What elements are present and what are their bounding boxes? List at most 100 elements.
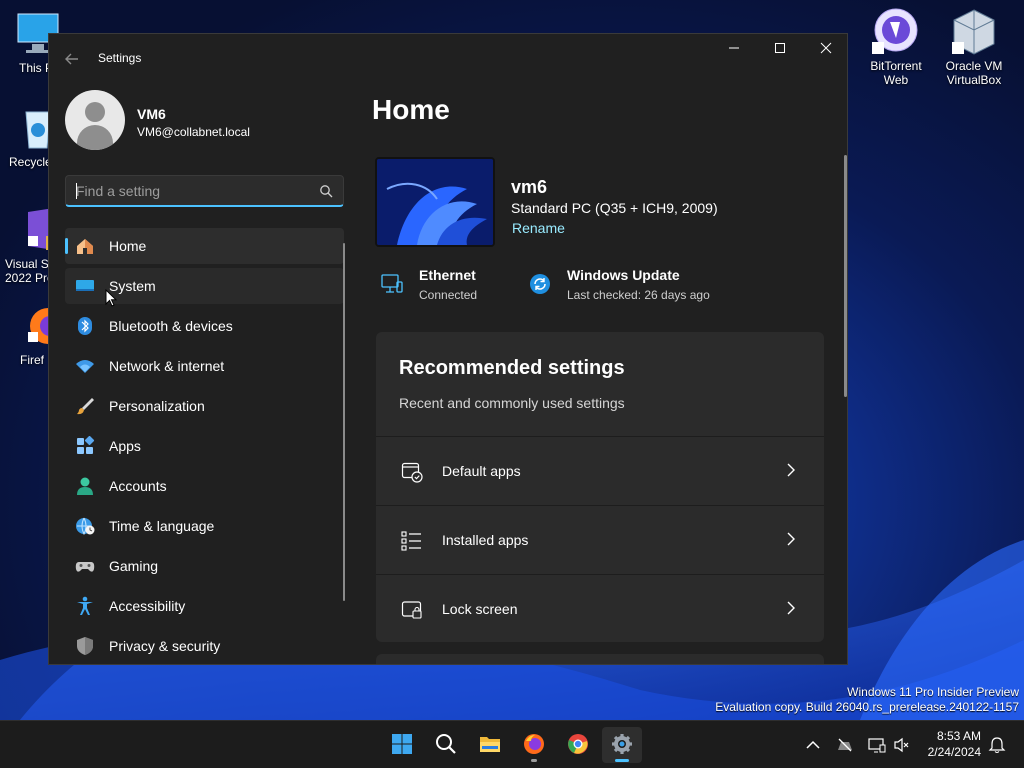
recommended-subtitle: Recent and commonly used settings bbox=[399, 395, 625, 411]
windows-update-status-text: Last checked: 26 days ago bbox=[567, 288, 710, 302]
window-title: Settings bbox=[98, 51, 142, 65]
page-title: Home bbox=[372, 94, 450, 125]
installed-apps-icon bbox=[401, 531, 421, 551]
gamepad-icon bbox=[75, 562, 95, 572]
taskbar-settings[interactable] bbox=[602, 727, 642, 763]
sidebar-item-label: Home bbox=[109, 238, 147, 254]
system-icon bbox=[76, 280, 94, 291]
taskbar bbox=[0, 720, 1024, 768]
taskbar-search-button[interactable] bbox=[426, 727, 466, 763]
chevron-right-icon bbox=[787, 463, 795, 477]
gear-icon bbox=[612, 734, 632, 754]
sidebar-item-label: Gaming bbox=[109, 558, 159, 574]
search-box[interactable] bbox=[65, 175, 344, 207]
folder-icon bbox=[480, 737, 500, 752]
taskbar-start-button[interactable] bbox=[382, 727, 422, 763]
shield-icon bbox=[77, 637, 93, 655]
text-caret bbox=[76, 183, 77, 199]
sidebar-item-apps[interactable]: Apps bbox=[65, 428, 344, 464]
bluetooth-icon bbox=[78, 317, 92, 335]
user-name: VM6 bbox=[137, 106, 166, 122]
next-card bbox=[376, 654, 824, 664]
chevron-up-icon[interactable] bbox=[804, 736, 822, 754]
recommended-title: Recommended settings bbox=[399, 357, 625, 379]
os-watermark: Windows 11 Pro Insider Preview Evaluatio… bbox=[715, 685, 1019, 715]
ethernet-status-text: Connected bbox=[419, 288, 478, 302]
desktop-icon-virtualbox[interactable]: Oracle VM VirtualBox bbox=[936, 8, 1012, 87]
recommended-row-lock-screen[interactable]: Lock screen bbox=[376, 574, 824, 642]
ethernet-icon bbox=[381, 274, 403, 293]
windows-update-status[interactable]: Windows Update Last checked: 26 days ago bbox=[529, 267, 729, 307]
recommended-row-default-apps[interactable]: Default apps bbox=[376, 436, 824, 504]
user-email: VM6@collabnet.local bbox=[137, 125, 250, 139]
sidebar-item-label: Apps bbox=[109, 438, 141, 454]
recommended-row-label: Installed apps bbox=[442, 532, 529, 548]
sidebar-item-privacy-security[interactable]: Privacy & security bbox=[65, 628, 344, 664]
back-button[interactable] bbox=[61, 48, 83, 70]
windows-start-icon bbox=[392, 734, 412, 754]
sidebar-item-accessibility[interactable]: Accessibility bbox=[65, 588, 344, 624]
sidebar-item-home[interactable]: Home bbox=[65, 228, 344, 264]
recommended-row-label: Default apps bbox=[442, 463, 521, 479]
virtualbox-icon bbox=[950, 8, 998, 56]
ethernet-title: Ethernet bbox=[419, 267, 476, 283]
sidebar-item-label: Privacy & security bbox=[109, 638, 221, 654]
running-indicator bbox=[531, 759, 537, 762]
notification-bell-icon[interactable] bbox=[988, 736, 1006, 754]
chevron-right-icon bbox=[787, 601, 795, 615]
search-icon bbox=[436, 734, 456, 754]
selection-indicator bbox=[65, 238, 68, 254]
recommended-settings-card: Recommended settings Recent and commonly… bbox=[376, 332, 824, 642]
ethernet-status[interactable]: Ethernet Connected bbox=[381, 267, 501, 307]
taskbar-file-explorer[interactable] bbox=[470, 727, 510, 763]
volume-muted-icon[interactable] bbox=[893, 736, 911, 754]
maximize-icon bbox=[775, 43, 785, 53]
sidebar-item-label: Accounts bbox=[109, 478, 167, 494]
sidebar-item-time-language[interactable]: Time & language bbox=[65, 508, 344, 544]
chrome-icon bbox=[568, 734, 588, 754]
sidebar-item-bluetooth[interactable]: Bluetooth & devices bbox=[65, 308, 344, 344]
wifi-icon bbox=[76, 360, 94, 373]
default-apps-icon bbox=[401, 462, 423, 483]
search-input[interactable] bbox=[76, 182, 306, 200]
minimize-button[interactable] bbox=[711, 34, 757, 66]
sidebar-item-label: Personalization bbox=[109, 398, 205, 414]
lock-screen-icon bbox=[401, 601, 422, 619]
taskbar-chrome[interactable] bbox=[558, 727, 598, 763]
windows-update-title: Windows Update bbox=[567, 267, 680, 283]
maximize-button[interactable] bbox=[757, 34, 803, 66]
sidebar-item-personalization[interactable]: Personalization bbox=[65, 388, 344, 424]
bittorrent-icon bbox=[872, 8, 920, 56]
pc-wallpaper-thumbnail bbox=[375, 157, 495, 247]
title-bar[interactable]: Settings bbox=[49, 34, 847, 82]
avatar-head bbox=[85, 102, 105, 122]
rename-link[interactable]: Rename bbox=[512, 220, 565, 236]
network-tray-icon[interactable] bbox=[836, 736, 854, 754]
sidebar-item-label: Accessibility bbox=[109, 598, 186, 614]
taskbar-firefox[interactable] bbox=[514, 727, 554, 763]
mouse-pointer-icon bbox=[105, 289, 117, 307]
settings-window: Settings VM6 VM6@collabnet.local Home Sy… bbox=[48, 33, 848, 665]
desktop-icon-bittorrent[interactable]: BitTorrent Web bbox=[858, 8, 934, 87]
content-scrollbar[interactable] bbox=[844, 155, 847, 397]
clock-date: 2/24/2024 bbox=[927, 745, 981, 759]
clock-time: 8:53 AM bbox=[936, 729, 981, 743]
search-icon[interactable] bbox=[319, 184, 333, 198]
avatar-body bbox=[77, 125, 113, 150]
arrow-left-icon bbox=[65, 53, 78, 65]
paintbrush-icon bbox=[77, 398, 94, 415]
close-button[interactable] bbox=[803, 34, 847, 66]
recommended-row-installed-apps[interactable]: Installed apps bbox=[376, 505, 824, 573]
close-icon bbox=[820, 42, 832, 54]
sidebar-item-gaming[interactable]: Gaming bbox=[65, 548, 344, 584]
sidebar-scrollbar[interactable] bbox=[343, 243, 345, 601]
sidebar-item-network[interactable]: Network & internet bbox=[65, 348, 344, 384]
accessibility-icon bbox=[77, 596, 93, 615]
windows-update-icon bbox=[530, 274, 550, 294]
home-icon bbox=[77, 239, 93, 254]
sidebar-item-label: Time & language bbox=[109, 518, 215, 534]
display-tray-icon[interactable] bbox=[868, 736, 886, 754]
apps-icon bbox=[77, 436, 95, 454]
avatar[interactable] bbox=[65, 90, 125, 150]
sidebar-item-accounts[interactable]: Accounts bbox=[65, 468, 344, 504]
